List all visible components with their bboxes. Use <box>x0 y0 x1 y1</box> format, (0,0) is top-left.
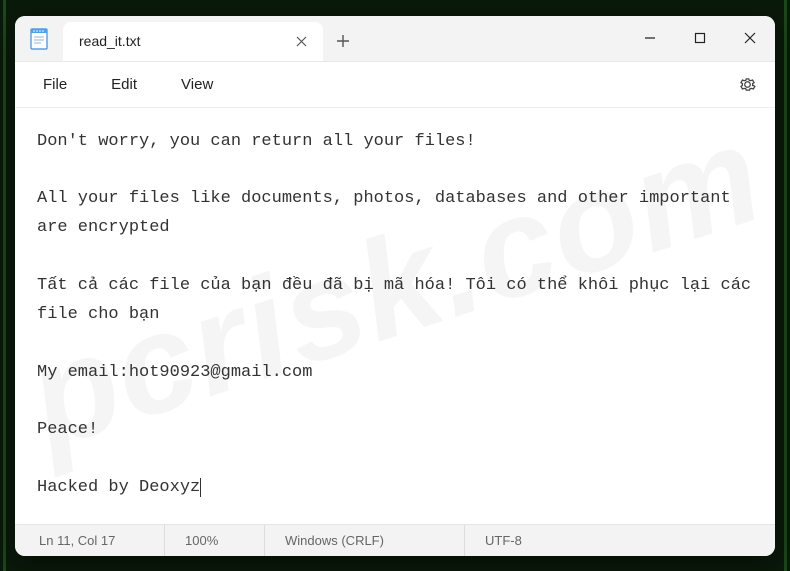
titlebar: read_it.txt <box>15 16 775 62</box>
close-window-button[interactable] <box>725 16 775 61</box>
settings-button[interactable] <box>729 66 765 102</box>
menu-edit[interactable]: Edit <box>93 70 155 99</box>
tab-close-button[interactable] <box>291 31 311 51</box>
notepad-window: pcrisk.com read_it.txt <box>15 16 775 556</box>
status-position: Ln 11, Col 17 <box>15 525 165 556</box>
new-tab-button[interactable] <box>323 22 363 61</box>
menu-file[interactable]: File <box>25 70 85 99</box>
text-editor[interactable]: Don't worry, you can return all your fil… <box>15 108 775 524</box>
plus-icon <box>336 34 350 48</box>
notepad-app-icon <box>15 16 63 61</box>
editor-content: Don't worry, you can return all your fil… <box>37 132 761 498</box>
close-icon <box>744 32 756 44</box>
menu-view[interactable]: View <box>163 70 231 99</box>
text-caret <box>200 478 201 497</box>
close-icon <box>296 36 307 47</box>
tab-active[interactable]: read_it.txt <box>63 22 323 61</box>
status-eol: Windows (CRLF) <box>265 525 465 556</box>
statusbar: Ln 11, Col 17 100% Windows (CRLF) UTF-8 <box>15 524 775 556</box>
tab-title: read_it.txt <box>79 33 283 49</box>
window-controls <box>625 16 775 61</box>
status-zoom[interactable]: 100% <box>165 525 265 556</box>
maximize-icon <box>694 32 706 44</box>
maximize-button[interactable] <box>675 16 725 61</box>
minimize-icon <box>644 32 656 44</box>
status-encoding: UTF-8 <box>465 525 605 556</box>
minimize-button[interactable] <box>625 16 675 61</box>
gear-icon <box>738 75 757 94</box>
titlebar-drag-area[interactable] <box>363 16 625 61</box>
menubar: File Edit View <box>15 62 775 108</box>
